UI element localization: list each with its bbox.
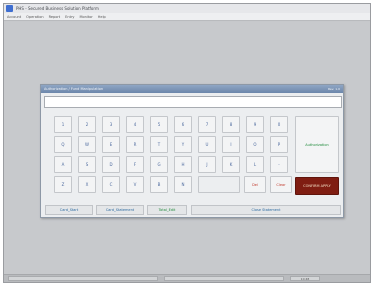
status-clock: 10:48 [290, 276, 320, 281]
close-statement-button[interactable]: Close Statement [191, 205, 341, 215]
key-z[interactable]: Z [54, 176, 72, 193]
status-cell-info [164, 276, 284, 281]
app-icon [6, 5, 13, 12]
dialog-version: Rev. 1.0 [327, 87, 340, 91]
key-s[interactable]: S [78, 156, 96, 173]
key-c[interactable]: C [102, 176, 120, 193]
menu-item-account[interactable]: Account [7, 15, 21, 19]
entry-field[interactable] [44, 96, 342, 108]
dialog-title: Authorization / Fund Manipulation [44, 87, 104, 91]
status-cell-main [8, 276, 158, 281]
key-6[interactable]: 6 [174, 116, 192, 133]
key-0[interactable]: 0 [270, 116, 288, 133]
menu-bar: Account Operation Report Entry Monitor H… [4, 13, 370, 21]
key-r[interactable]: R [126, 136, 144, 153]
key-t[interactable]: T [150, 136, 168, 153]
key-e[interactable]: E [102, 136, 120, 153]
key-j[interactable]: J [198, 156, 216, 173]
key-g[interactable]: G [150, 156, 168, 173]
clear-key[interactable]: Clear [270, 176, 292, 193]
menu-item-report[interactable]: Report [49, 15, 61, 19]
key-x[interactable]: X [78, 176, 96, 193]
key-v[interactable]: V [126, 176, 144, 193]
dialog-title-bar: Authorization / Fund Manipulation Rev. 1… [41, 85, 343, 93]
key-q[interactable]: Q [54, 136, 72, 153]
card-start-button[interactable]: Card_Start [45, 205, 93, 215]
key-3[interactable]: 3 [102, 116, 120, 133]
key-p[interactable]: P [270, 136, 288, 153]
title-bar: PHS - Secured Business Solution Platform [4, 4, 370, 13]
key-8[interactable]: 8 [222, 116, 240, 133]
key-u[interactable]: U [198, 136, 216, 153]
key-2[interactable]: 2 [78, 116, 96, 133]
key-9[interactable]: 9 [246, 116, 264, 133]
key-7[interactable]: 7 [198, 116, 216, 133]
menu-item-monitor[interactable]: Monitor [79, 15, 92, 19]
card-statement-button[interactable]: Card_Statement [96, 205, 144, 215]
window-title: PHS - Secured Business Solution Platform [16, 6, 99, 11]
key-k[interactable]: K [222, 156, 240, 173]
key-w[interactable]: W [78, 136, 96, 153]
key-l[interactable]: L [246, 156, 264, 173]
keypad-dialog: Authorization / Fund Manipulation Rev. 1… [40, 84, 344, 218]
key-h[interactable]: H [174, 156, 192, 173]
key-b[interactable]: B [150, 176, 168, 193]
key-dash[interactable]: - [270, 156, 288, 173]
key-5[interactable]: 5 [150, 116, 168, 133]
key-1[interactable]: 1 [54, 116, 72, 133]
key-4[interactable]: 4 [126, 116, 144, 133]
key-space[interactable] [198, 176, 240, 193]
menu-item-help[interactable]: Help [98, 15, 106, 19]
key-y[interactable]: Y [174, 136, 192, 153]
menu-item-operation[interactable]: Operation [26, 15, 43, 19]
authorization-button[interactable]: Authorization [295, 116, 339, 173]
key-n[interactable]: N [174, 176, 192, 193]
key-o[interactable]: O [246, 136, 264, 153]
confirm-apply-button[interactable]: CONFIRM APPLY [295, 177, 339, 195]
key-a[interactable]: A [54, 156, 72, 173]
delete-key[interactable]: Del [244, 176, 266, 193]
key-i[interactable]: I [222, 136, 240, 153]
menu-item-entry[interactable]: Entry [65, 15, 74, 19]
total-edit-button[interactable]: Total_Edit [147, 205, 187, 215]
status-bar: 10:48 [4, 274, 370, 282]
key-f[interactable]: F [126, 156, 144, 173]
key-d[interactable]: D [102, 156, 120, 173]
